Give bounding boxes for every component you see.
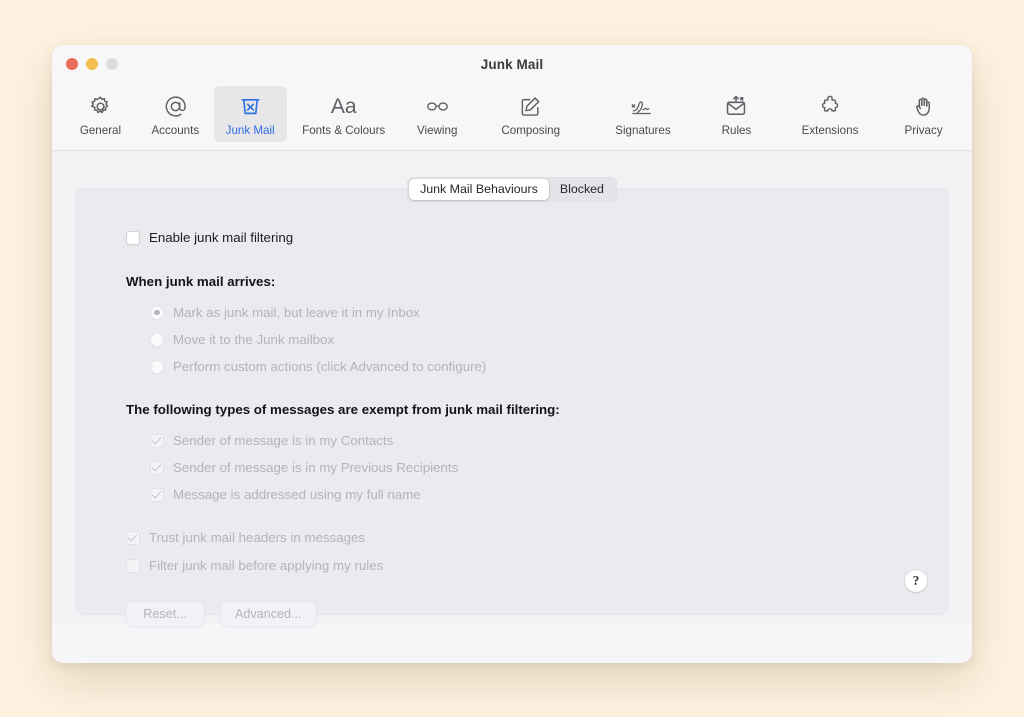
radio-label: Mark as junk mail, but leave it in my In… [173,304,420,320]
radio-label: Move it to the Junk mailbox [173,331,335,347]
checkbox-label: Sender of message is in my Previous Reci… [173,459,459,475]
segmented-control: Junk Mail Behaviours Blocked [407,176,617,202]
advanced-button[interactable]: Advanced... [221,601,316,627]
toolbar-item-privacy[interactable]: Privacy [887,86,960,142]
exempt-checkbox-group: Sender of message is in my Contacts Send… [150,433,919,503]
radio-row-move-to-junk-mailbox[interactable]: Move it to the Junk mailbox [150,332,919,348]
checkbox-row-sender-in-previous-recipients[interactable]: Sender of message is in my Previous Reci… [150,460,919,476]
gear-icon [88,92,113,120]
checkbox-row-sender-in-contacts[interactable]: Sender of message is in my Contacts [150,433,919,449]
radio-mark-as-junk[interactable] [150,305,164,320]
aa-text-icon: Aa [330,94,357,118]
radio-move-to-junk-mailbox[interactable] [150,332,164,347]
toolbar-item-composing[interactable]: Composing [476,86,586,142]
checkbox-label: Trust junk mail headers in messages [149,529,366,545]
settings-pane-inner: Enable junk mail filtering When junk mai… [126,230,919,627]
glasses-icon [424,92,451,120]
extra-options-group: Trust junk mail headers in messages Filt… [126,530,919,574]
toolbar-label: Composing [501,124,561,137]
toolbar-item-signatures[interactable]: Signatures [588,86,698,142]
toolbar-item-general[interactable]: General [64,86,137,142]
radio-perform-custom-actions[interactable] [150,359,164,374]
toolbar-label: General [79,124,122,137]
radio-row-perform-custom-actions[interactable]: Perform custom actions (click Advanced t… [150,359,919,375]
toolbar-item-fonts-colours[interactable]: Aa Fonts & Colours [289,86,399,142]
checkbox-filter-before-rules[interactable] [126,558,140,573]
toolbar-item-rules[interactable]: Rules [700,86,773,142]
toolbar-label: Accounts [151,124,200,137]
toolbar-item-extensions[interactable]: Extensions [775,86,885,142]
junk-bin-icon [238,92,263,120]
preferences-window: Junk Mail General Accounts Junk Mail Aa … [52,45,972,663]
reset-button[interactable]: Reset... [126,601,204,627]
checkbox-row-addressed-full-name[interactable]: Message is addressed using my full name [150,487,919,503]
toolbar-item-viewing[interactable]: Viewing [401,86,474,142]
radio-row-mark-as-junk[interactable]: Mark as junk mail, but leave it in my In… [150,305,919,321]
window-titlebar: Junk Mail [52,45,972,86]
toolbar-label: Junk Mail [225,124,275,137]
settings-pane: Enable junk mail filtering When junk mai… [75,187,949,627]
checkbox-sender-in-previous-recipients[interactable] [150,460,164,475]
checkbox-addressed-full-name[interactable] [150,487,164,502]
checkbox-trust-junk-headers[interactable] [126,530,140,545]
preferences-toolbar: General Accounts Junk Mail Aa Fonts & Co… [52,86,972,151]
hand-icon [911,92,936,120]
enable-junk-mail-filtering-label: Enable junk mail filtering [149,229,294,245]
compose-pen-icon [518,92,543,120]
exempt-heading: The following types of messages are exem… [126,401,560,417]
checkbox-label: Sender of message is in my Contacts [173,432,394,448]
toolbar-label: Privacy [904,124,943,137]
checkbox-label: Filter junk mail before applying my rule… [149,557,384,573]
puzzle-icon [817,92,843,120]
toolbar-label: Rules [721,124,752,137]
toolbar-label: Viewing [417,124,458,137]
tab-blocked[interactable]: Blocked [549,179,615,200]
enable-junk-mail-filtering-row[interactable]: Enable junk mail filtering [126,230,919,246]
action-buttons: Reset... Advanced... [126,601,919,627]
toolbar-label: Extensions [801,124,859,137]
checkbox-sender-in-contacts[interactable] [150,433,164,448]
toolbar-label: Fonts & Colours [302,124,386,137]
preferences-content: Junk Mail Behaviours Blocked Enable junk… [52,150,972,627]
toolbar-item-junk-mail[interactable]: Junk Mail [213,86,287,142]
enable-junk-mail-filtering-checkbox[interactable] [126,230,140,245]
checkbox-label: Message is addressed using my full name [173,486,421,502]
toolbar-item-accounts[interactable]: Accounts [139,86,212,142]
window-title: Junk Mail [480,57,544,72]
junk-arrives-radio-group: Mark as junk mail, but leave it in my In… [150,305,919,375]
rules-envelope-icon [727,95,746,115]
checkbox-row-trust-junk-headers[interactable]: Trust junk mail headers in messages [126,530,919,546]
radio-label: Perform custom actions (click Advanced t… [173,358,487,374]
at-sign-icon [163,92,188,120]
when-junk-arrives-heading: When junk mail arrives: [126,273,276,289]
toolbar-label: Signatures [615,124,671,137]
tab-junk-mail-behaviours[interactable]: Junk Mail Behaviours [409,178,549,200]
signature-icon [629,92,656,120]
checkbox-row-filter-before-rules[interactable]: Filter junk mail before applying my rule… [126,558,919,574]
help-button[interactable]: ? [905,569,927,592]
